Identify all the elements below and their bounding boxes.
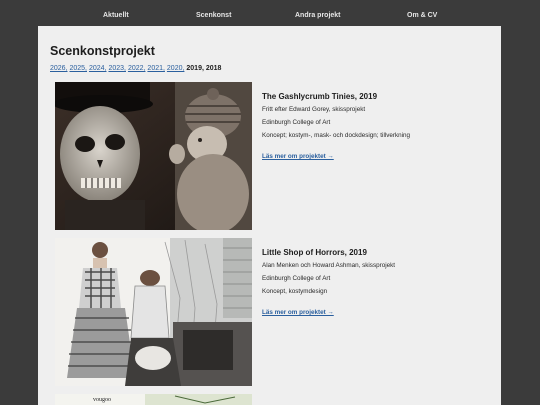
year-link-2024[interactable]: 2024, [89,65,107,72]
nav-item-om-cv[interactable]: Om & CV [407,12,437,19]
read-more-link[interactable]: Läs mer om projektet → [262,153,334,160]
nav-item-aktuellt[interactable]: Aktuellt [103,12,129,19]
year-filter: 2026, 2025, 2024, 2023, 2022, 2021, 2020… [50,65,221,72]
year-current-2018: 2018 [205,65,222,72]
project-info-gashlycrumb: The Gashlycrumb Tinies, 2019 Fritt efter… [262,92,492,163]
year-link-2021[interactable]: 2021, [147,65,165,72]
project-title: The Gashlycrumb Tinies, 2019 [262,92,378,101]
year-link-2025[interactable]: 2025, [69,65,87,72]
project-image-gashlycrumb[interactable] [55,82,252,230]
project-title: Little Shop of Horrors, 2019 [262,248,367,257]
project-role: Koncept, kostymdesign [262,288,328,295]
project-image-little-shop[interactable] [55,238,252,386]
project-school: Edinburgh College of Art [262,275,331,282]
project-school: Edinburgh College of Art [262,119,331,126]
project-role: Koncept; kostym-, mask- och dockdesign; … [262,132,411,139]
third-image-caption: vougoo [93,397,111,403]
content-panel: Scenkonstprojekt 2026, 2025, 2024, 2023,… [38,26,501,405]
year-link-2020[interactable]: 2020, [167,65,185,72]
top-navigation: Aktuellt Scenkonst Andra projekt Om & CV [0,0,540,28]
project-source: Fritt efter Edward Gorey, skissprojekt [262,106,366,113]
project-image-third[interactable]: vougoo [55,394,252,405]
year-current-2019: 2019, [186,65,204,72]
project-source: Alan Menken och Howard Ashman, skissproj… [262,262,395,269]
page-title: Scenkonstprojekt [50,44,155,58]
year-link-2026[interactable]: 2026, [50,65,68,72]
year-link-2023[interactable]: 2023, [108,65,126,72]
read-more-link[interactable]: Läs mer om projektet → [262,309,334,316]
project-info-little-shop: Little Shop of Horrors, 2019 Alan Menken… [262,248,492,319]
nav-item-scenkonst[interactable]: Scenkonst [196,12,231,19]
year-link-2022[interactable]: 2022, [128,65,146,72]
nav-item-andra-projekt[interactable]: Andra projekt [295,12,341,19]
